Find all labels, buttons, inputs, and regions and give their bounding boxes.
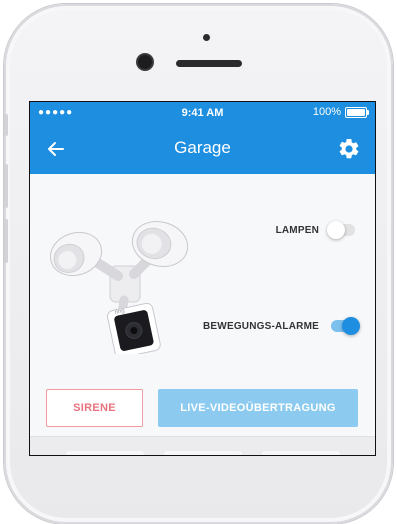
navigation-bar: Garage — [30, 124, 375, 174]
settings-button[interactable] — [337, 137, 361, 161]
front-camera — [138, 55, 152, 69]
bottom-tab-strip — [30, 436, 375, 455]
battery-percent: 100% — [312, 106, 341, 118]
mute-switch — [4, 114, 8, 136]
bottom-tile — [262, 451, 340, 455]
lampen-toggle[interactable] — [327, 221, 355, 239]
toggle-row-lampen: LAMPEN — [275, 221, 355, 239]
page-title: Garage — [174, 138, 231, 157]
siren-button[interactable]: SIRENE — [46, 389, 143, 427]
toggle-knob — [327, 221, 345, 239]
bottom-tile — [66, 451, 144, 455]
motion-alerts-toggle[interactable] — [331, 317, 360, 335]
battery-icon — [345, 106, 369, 118]
volume-up-button — [4, 164, 8, 208]
floodlight-camera-icon: ring — [49, 221, 189, 354]
toggle-label-motion-alerts: BEWEGUNGS-ALARME — [203, 320, 319, 332]
gear-icon — [339, 138, 359, 159]
bottom-tile — [164, 451, 242, 455]
app-screen: ●●●●● 9:41 AM 100% Garage ring LAMPEN BE… — [30, 102, 375, 455]
toggle-knob — [342, 317, 360, 335]
volume-down-button — [4, 219, 8, 263]
proximity-sensor — [203, 34, 210, 41]
earpiece-speaker — [176, 60, 242, 67]
battery-indicator: 100% — [312, 106, 369, 118]
toggle-label-lampen: LAMPEN — [275, 224, 319, 236]
status-bar: ●●●●● 9:41 AM 100% — [30, 102, 375, 124]
live-video-button[interactable]: LIVE-VIDEOÜBERTRAGUNG — [158, 389, 358, 427]
toggle-row-motion-alerts: BEWEGUNGS-ALARME — [203, 317, 360, 335]
device-panel: ring LAMPEN BEWEGUNGS-ALARME SIRENE LIVE… — [30, 174, 375, 455]
